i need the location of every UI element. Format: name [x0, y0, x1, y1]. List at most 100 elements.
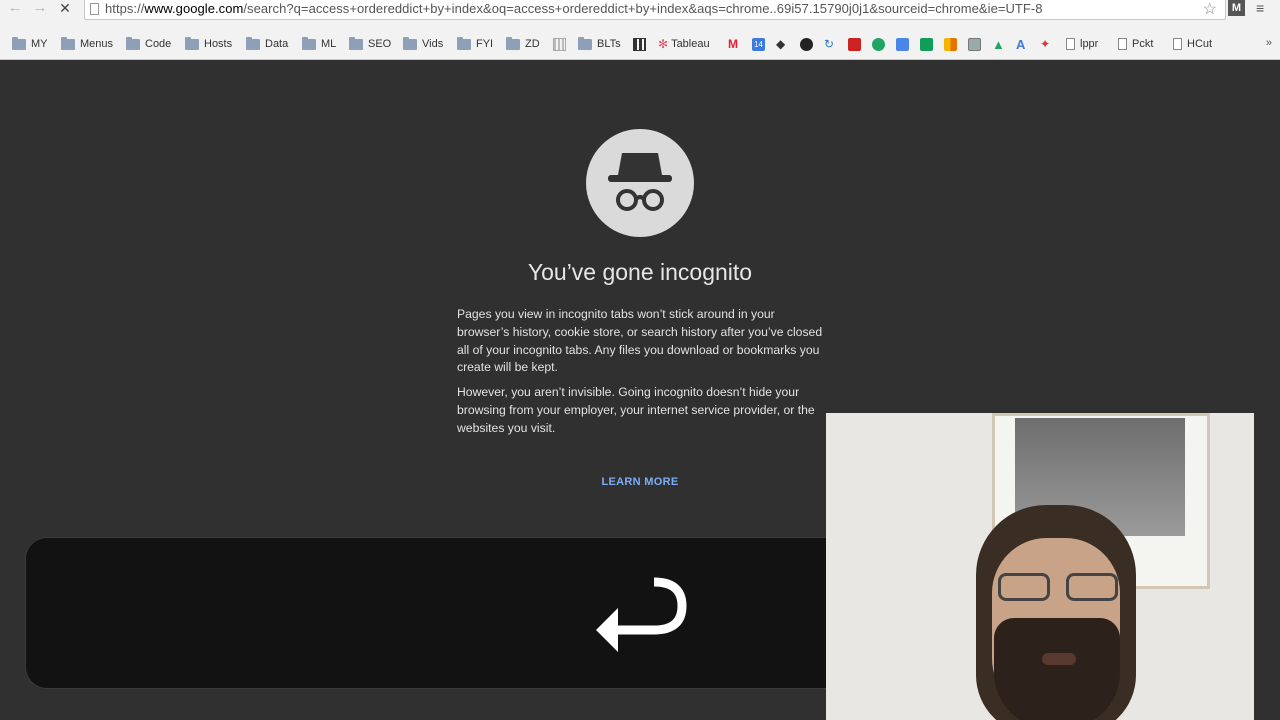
bookmark-code[interactable]: Code: [126, 35, 171, 53]
loop-bookmark[interactable]: ↻: [824, 35, 834, 53]
bookmark-label: BLTs: [597, 38, 621, 50]
browser-toolbar: ← → ✕ https://www.google.com/search?q=ac…: [0, 0, 1280, 30]
loop-icon: ↻: [824, 37, 835, 51]
bookmark-label: HCut: [1187, 38, 1213, 50]
folder-icon: [302, 36, 316, 50]
folder-icon: [12, 36, 26, 50]
bookmark-label: Tableau: [671, 38, 710, 50]
incognito-icon: [586, 129, 694, 237]
page-icon: [1066, 38, 1075, 50]
folder-icon: [506, 36, 520, 50]
glasses-left: [998, 573, 1050, 601]
analytics-icon: [944, 37, 957, 51]
gmail-icon: M: [728, 37, 738, 51]
bookmark-label: Vids: [422, 38, 444, 50]
tableau-icon: ✻: [658, 37, 669, 51]
folder-icon: [246, 36, 260, 50]
incognito-warning: However, you aren’t invisible. Going inc…: [457, 385, 815, 435]
bookmark-seo[interactable]: SEO: [349, 35, 391, 53]
bookmark-label: Pckt: [1132, 38, 1154, 50]
bookmark-my[interactable]: MY: [12, 35, 48, 53]
page-icon: [90, 3, 99, 15]
github-bookmark[interactable]: [800, 35, 817, 53]
pin-bookmark[interactable]: ✦: [1040, 35, 1050, 53]
bookmark-data[interactable]: Data: [246, 35, 288, 53]
address-bar[interactable]: https://www.google.com/search?q=access+o…: [84, 0, 1226, 20]
incognito-description: Pages you view in incognito tabs won’t s…: [457, 307, 823, 375]
forward-button[interactable]: →: [28, 0, 52, 20]
zotero-bookmark[interactable]: [848, 35, 865, 53]
bookmark-label: SEO: [368, 38, 392, 50]
url-text[interactable]: https://www.google.com/search?q=access+o…: [105, 1, 1043, 16]
folder-icon: [349, 36, 363, 50]
adwords-bookmark[interactable]: A: [1016, 35, 1025, 53]
glasses-right: [1066, 573, 1118, 601]
analytics-bookmark[interactable]: [944, 35, 961, 53]
browser-window: ← → ✕ https://www.google.com/search?q=ac…: [0, 0, 1280, 720]
calendar-grid-icon: [633, 37, 646, 51]
bookmark-fyi[interactable]: FYI: [457, 35, 493, 53]
apps-grid-bookmark[interactable]: [553, 35, 570, 53]
bookmarks-overflow-icon[interactable]: »: [1266, 37, 1272, 49]
presenter-beard: [994, 618, 1120, 720]
bookmark-label: ML: [321, 38, 337, 50]
folder-icon: [126, 36, 140, 50]
bookmark-lppr[interactable]: lppr: [1066, 35, 1098, 53]
store-bookmark[interactable]: [968, 35, 985, 53]
bookmark-label: MY: [31, 38, 48, 50]
folder-icon: [61, 36, 75, 50]
bookmark-label: lppr: [1080, 38, 1099, 50]
docs-icon: [896, 37, 909, 51]
sheets-icon: [920, 37, 933, 51]
enter-arrow-icon: [596, 577, 687, 652]
page-icon: [1118, 38, 1127, 50]
zotero-icon: [848, 37, 861, 51]
dots-grid-icon: [553, 37, 566, 51]
folder-icon: [185, 36, 199, 50]
incognito-spy-icon: [608, 153, 672, 211]
bookmark-label: ZD: [525, 38, 540, 50]
layers-icon: ◆: [776, 37, 786, 51]
bookmarks-bar: MY Menus Code Hosts Data ML SEO Vids FYI…: [0, 30, 1280, 60]
store-icon: [968, 37, 981, 51]
url-scheme: https://: [105, 1, 145, 16]
calendar-bookmark[interactable]: 14: [752, 35, 769, 53]
bookmark-star-icon[interactable]: ☆: [1203, 0, 1217, 19]
menu-icon[interactable]: ≡: [1256, 0, 1264, 16]
bookmark-hosts[interactable]: Hosts: [185, 35, 232, 53]
page-title: You’ve gone incognito: [527, 259, 753, 285]
bookmark-label: Data: [265, 38, 289, 50]
url-host: www.google.com: [144, 1, 244, 16]
presenter-mouth: [1042, 653, 1076, 665]
webcam-video: [826, 413, 1254, 720]
calendar-grid-bookmark[interactable]: [633, 35, 650, 53]
bookmark-menus[interactable]: Menus: [61, 35, 113, 53]
folder-icon: [457, 36, 471, 50]
bookmark-ml[interactable]: ML: [302, 35, 336, 53]
back-button[interactable]: ←: [3, 0, 27, 20]
sheets-bookmark[interactable]: [920, 35, 937, 53]
pin-icon: ✦: [1040, 37, 1051, 51]
extension-button[interactable]: M: [1228, 0, 1245, 16]
bookmark-zd[interactable]: ZD: [506, 35, 540, 53]
drive-bookmark[interactable]: ▲: [992, 35, 1005, 53]
hangouts-bookmark[interactable]: [872, 35, 889, 53]
bookmark-tableau[interactable]: ✻ Tableau: [658, 35, 710, 53]
hangouts-icon: [872, 37, 885, 51]
bookmark-pckt[interactable]: Pckt: [1118, 35, 1153, 53]
bookmark-label: Hosts: [204, 38, 233, 50]
bookmark-label: Code: [145, 38, 172, 50]
folder-icon: [578, 36, 592, 50]
bookmark-vids[interactable]: Vids: [403, 35, 443, 53]
github-icon: [800, 37, 813, 51]
adwords-icon: A: [1016, 36, 1026, 52]
stop-button[interactable]: ✕: [53, 0, 77, 20]
bookmark-label: Menus: [80, 38, 114, 50]
docs-bookmark[interactable]: [896, 35, 913, 53]
drive-icon: ▲: [992, 36, 1005, 52]
bookmark-hcut[interactable]: HCut: [1173, 35, 1212, 53]
gmail-bookmark[interactable]: M: [728, 35, 738, 53]
bookmark-blts[interactable]: BLTs: [578, 35, 621, 53]
bookmark-label: FYI: [476, 38, 494, 50]
stack-bookmark[interactable]: ◆: [776, 35, 785, 53]
